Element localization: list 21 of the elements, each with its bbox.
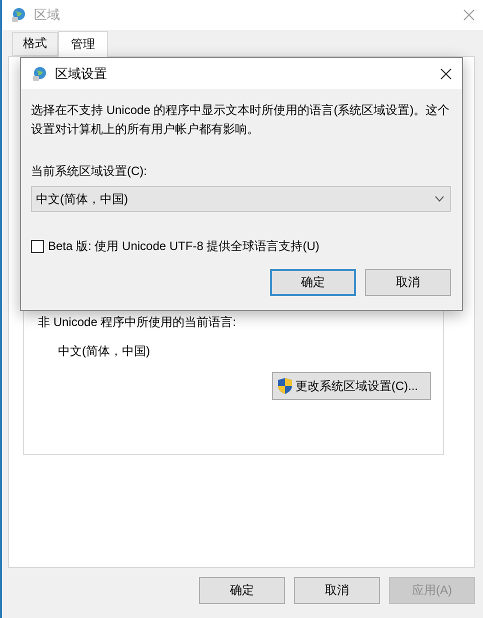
dialog-title: 区域设置 bbox=[55, 64, 108, 82]
window-title: 区域 bbox=[34, 6, 61, 24]
dialog-button[interactable]: 取消 bbox=[365, 269, 451, 296]
tab[interactable]: 管理 bbox=[58, 31, 108, 57]
locale-dropdown[interactable]: 中文(简体，中国) bbox=[31, 186, 451, 212]
close-icon[interactable] bbox=[440, 68, 452, 80]
locale-label: 当前系统区域设置(C): bbox=[31, 163, 148, 180]
change-locale-button[interactable]: 更改系统区域设置(C)... bbox=[272, 372, 431, 400]
globe-icon bbox=[31, 66, 47, 82]
globe-icon bbox=[10, 7, 26, 23]
shield-icon bbox=[277, 377, 294, 395]
dialog-button[interactable]: 确定 bbox=[199, 577, 285, 604]
checkbox-label: Beta 版: 使用 Unicode UTF-8 提供全球语言支持(U) bbox=[48, 238, 320, 255]
checkbox[interactable] bbox=[31, 240, 44, 253]
description-text: 选择在不支持 Unicode 的程序中显示文本时所使用的语言(系统区域设置)。这个设置对计算机上的所有用户帐户都有影响。 bbox=[31, 102, 451, 138]
dialog-button[interactable]: 取消 bbox=[294, 577, 380, 604]
language-value: 中文(简体，中国) bbox=[57, 343, 151, 360]
language-label: 非 Unicode 程序中所使用的当前语言: bbox=[38, 314, 238, 331]
dialog-button[interactable]: 确定 bbox=[270, 269, 356, 296]
chevron-down-icon bbox=[435, 196, 444, 202]
tab[interactable]: 格式 bbox=[12, 32, 58, 56]
